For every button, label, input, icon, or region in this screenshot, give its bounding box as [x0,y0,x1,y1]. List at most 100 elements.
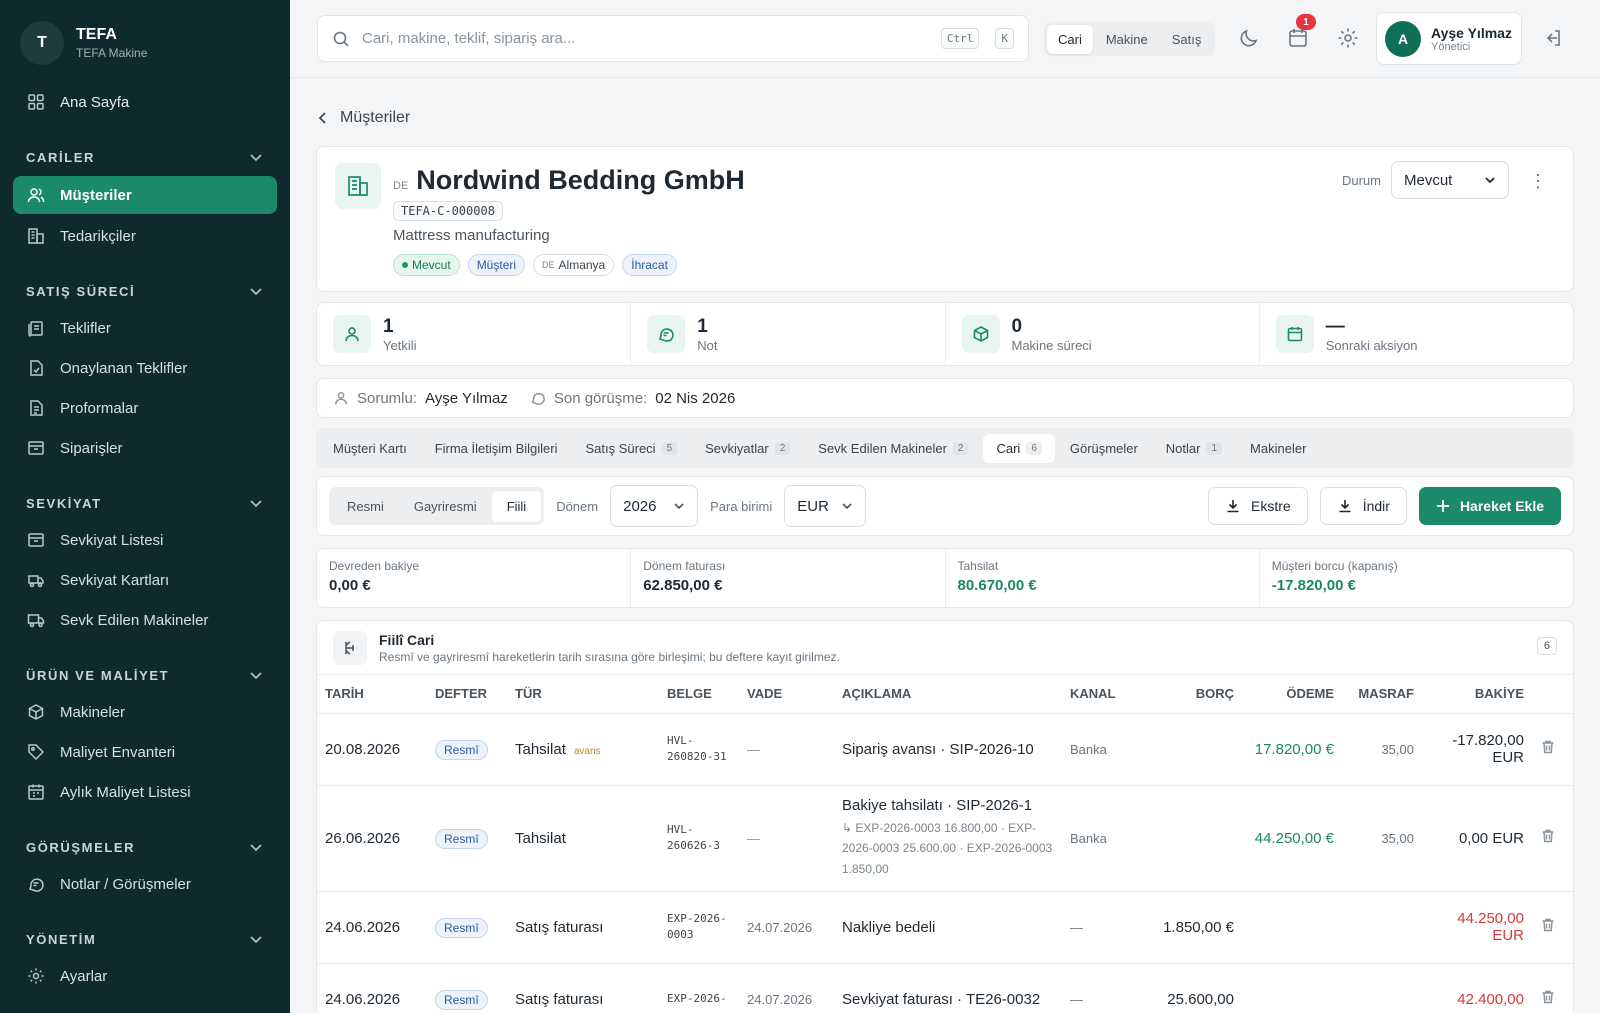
cell-channel: Banka [1062,713,1150,786]
table-row[interactable]: 26.06.2026 Resmî Tahsilat HVL-260626-3 —… [317,785,1573,892]
chat-icon [647,315,686,353]
section-gorusmeler[interactable]: GÖRÜŞMELER [0,830,290,864]
stat-yetkili[interactable]: 1 Yetkili [317,303,632,365]
stat-not[interactable]: 1 Not [631,303,946,365]
sidebar-item-notlar[interactable]: Notlar / Görüşmeler [0,864,290,904]
section-urun-maliyet[interactable]: ÜRÜN VE MALİYET [0,658,290,692]
cell-doc[interactable]: EXP-2026-0003 [659,891,739,964]
cell-balance: -17.820,00 EUR [1422,713,1532,786]
sidebar-item-teklifler[interactable]: Teklifler [0,308,290,348]
table-row[interactable]: 20.08.2026 Resmî Tahsilat avans HVL-26082… [317,713,1573,786]
tab-notlar[interactable]: Notlar 1 [1153,434,1235,463]
sidebar-item-musteriler[interactable]: Müşteriler [13,176,277,214]
chevron-left-icon [318,112,326,124]
gear-icon[interactable] [1336,26,1360,50]
stat-sonraki-aksiyon[interactable]: — Sonraki aksiyon [1260,303,1573,365]
indir-button[interactable]: İndir [1319,487,1407,525]
breadcrumb[interactable]: Müşteriler [316,100,1574,136]
desc-main: Bakiye tahsilatı · SIP-2026-1 [842,796,1033,814]
kbd-k: K [995,28,1014,49]
sidebar-item-tedarikciler[interactable]: Tedarikçiler [0,216,290,256]
tab-count: 2 [952,441,969,455]
tab-satis-sureci[interactable]: Satış Süreci 5 [572,434,690,463]
sidebar-item-maliyet-envanteri[interactable]: Maliyet Envanteri [0,732,290,772]
trash-icon[interactable] [1540,989,1556,1005]
tab-firma-iletisim[interactable]: Firma İletişim Bilgileri [422,434,571,463]
add-transaction-button[interactable]: Hareket Ekle [1418,487,1561,525]
cell-debit: 25.600,00 [1150,963,1242,1013]
section-title: SATIŞ SÜRECİ [26,283,136,299]
trash-icon[interactable] [1540,828,1556,844]
cell-doc[interactable]: HVL-260820-31 [659,713,739,786]
sidebar-item-ayarlar[interactable]: Ayarlar [0,956,290,996]
sidebar-item-home[interactable]: Ana Sayfa [0,82,290,122]
cell-actions [1532,891,1573,964]
col-borc: BORÇ [1150,675,1242,714]
section-sevkiyat[interactable]: SEVKİYAT [0,486,290,520]
last-meeting-date: 02 Nis 2026 [655,389,736,407]
tab-musteri-karti[interactable]: Müşteri Kartı [320,434,420,463]
currency-select[interactable]: EUR [784,485,867,527]
search-input[interactable]: Cari, makine, teklif, sipariş ara... Ctr… [317,15,1029,62]
user-menu[interactable]: A Ayşe Yılmaz Yönetici [1376,12,1522,65]
balance-label: Dönem faturası [643,559,726,573]
status-select[interactable]: Mevcut [1391,161,1509,199]
sidebar-item-aylik-maliyet[interactable]: Aylık Maliyet Listesi [0,772,290,812]
period-select[interactable]: 2026 [610,485,699,527]
cell-date: 20.08.2026 [317,713,427,786]
sidebar-item-sevkiyat-listesi[interactable]: Sevkiyat Listesi [0,520,290,560]
section-title: ÜRÜN VE MALİYET [26,667,170,683]
section-title: SEVKİYAT [26,495,102,511]
ledger-type-gayriresmi[interactable]: Gayriresmi [399,491,492,522]
section-cariler[interactable]: CARİLER [0,140,290,174]
tag-icon [26,742,46,762]
table-row[interactable]: 24.06.2026 Resmî Satış faturası EXP-2026… [317,963,1573,1013]
trash-icon[interactable] [1540,739,1556,755]
tab-sevk-edilen-makineler[interactable]: Sevk Edilen Makineler 2 [805,434,981,463]
ledger-type-resmi[interactable]: Resmi [332,491,399,522]
trash-icon[interactable] [1540,917,1556,933]
sidebar-item-proformalar[interactable]: Proformalar [0,388,290,428]
stat-value: — [1325,315,1345,337]
sidebar-item-label: Ana Sayfa [60,93,130,111]
col-vade: VADE [739,675,834,714]
table-row[interactable]: 24.06.2026 Resmî Satış faturası EXP-2026… [317,891,1573,964]
tab-gorusmeler[interactable]: Görüşmeler [1057,434,1151,463]
scope-satis[interactable]: Satış [1161,25,1213,54]
chat-icon [26,874,46,894]
col-defter: DEFTER [427,675,507,714]
logout-icon[interactable] [1543,28,1563,48]
stat-makine-sureci[interactable]: 0 Makine süreci [946,303,1260,365]
gear-icon [26,966,46,986]
download-icon [1339,500,1351,513]
more-menu-icon[interactable]: ⋮ [1529,171,1547,192]
section-yonetim[interactable]: YÖNETİM [0,922,290,956]
tab-label: Cari [996,440,1021,456]
cell-payment: 17.820,00 € [1242,713,1342,786]
section-satis-sureci[interactable]: SATIŞ SÜRECİ [0,274,290,308]
sidebar-item-makineler[interactable]: Makineler [0,692,290,732]
notification-badge: 1 [1296,14,1316,30]
sidebar-item-sevkiyat-kartlari[interactable]: Sevkiyat Kartları [0,560,290,600]
tab-sevkiyatlar[interactable]: Sevkiyatlar 2 [692,434,803,463]
cell-payment: 44.250,00 € [1242,785,1342,892]
cell-expense: 35,00 [1342,785,1422,892]
cell-doc[interactable]: HVL-260626-3 [659,785,739,892]
moon-icon[interactable] [1237,26,1261,50]
tab-makineler[interactable]: Makineler [1237,434,1319,463]
cell-type: Tahsilat avans [507,713,659,786]
cell-doc[interactable]: EXP-2026- [659,963,739,1013]
sidebar-item-sevk-edilen-makineler[interactable]: Sevk Edilen Makineler [0,600,290,640]
last-meeting-label: Son görüşme: [553,389,648,407]
ekstre-button[interactable]: Ekstre [1208,487,1308,525]
ledger-type-fiili[interactable]: Fiili [491,490,542,522]
chevron-down-icon [250,672,262,680]
tab-cari[interactable]: Cari 6 [983,433,1055,463]
chevron-down-icon [250,288,262,296]
col-tur: TÜR [507,675,659,714]
sidebar-item-onaylanan-teklifler[interactable]: Onaylanan Teklifler [0,348,290,388]
sidebar-item-siparisler[interactable]: Siparişler [0,428,290,468]
scope-makine[interactable]: Makine [1095,25,1159,54]
brand[interactable]: T TEFA TEFA Makine [0,0,290,82]
scope-cari[interactable]: Cari [1047,24,1093,54]
